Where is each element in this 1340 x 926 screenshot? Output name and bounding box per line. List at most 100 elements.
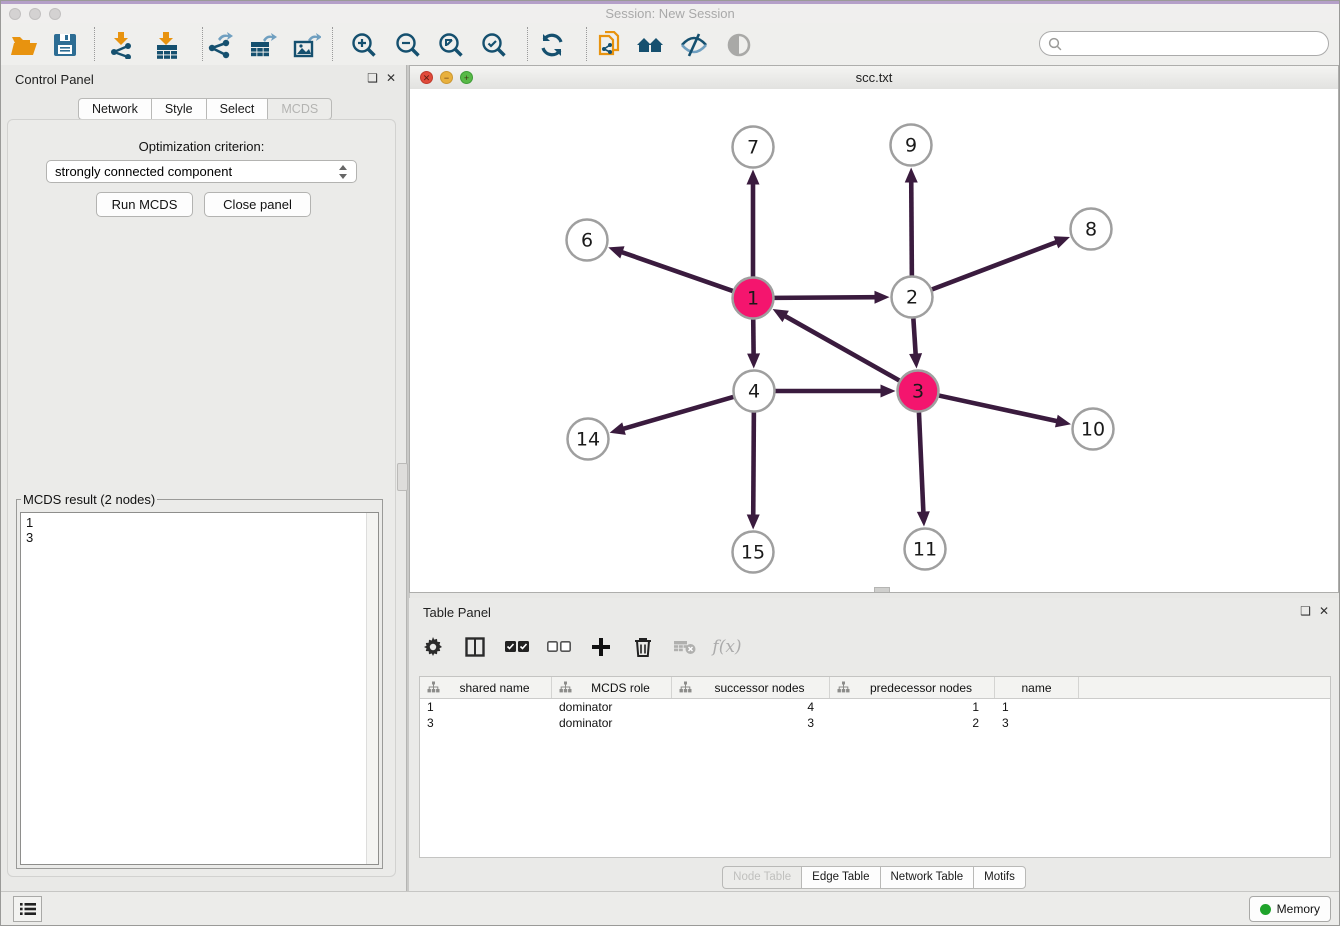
- graph-edge-arrow: [1054, 236, 1070, 248]
- column-header-shared-name[interactable]: shared name: [420, 677, 552, 698]
- graph-node-label: 11: [913, 539, 937, 561]
- toolbar-separator: [94, 27, 95, 61]
- zoom-in-icon[interactable]: [348, 29, 380, 61]
- export-image-icon[interactable]: [291, 29, 323, 61]
- toolbar-separator: [527, 27, 528, 61]
- table-tab-network-table[interactable]: Network Table: [880, 866, 974, 889]
- network-view-window: ✕ − + scc.txt 7968124314101511: [409, 65, 1339, 593]
- close-panel-icon[interactable]: ✕: [386, 72, 396, 85]
- table-cell[interactable]: 3: [420, 715, 552, 731]
- graph-edge-1-6[interactable]: [620, 251, 733, 291]
- float-panel-icon[interactable]: ❑: [367, 72, 378, 85]
- mcds-result-text[interactable]: 1 3: [20, 512, 379, 865]
- task-history-button[interactable]: [13, 896, 42, 922]
- zoom-selected-icon[interactable]: [478, 29, 510, 61]
- function-builder-icon: f(x): [713, 633, 741, 661]
- mcds-panel: Optimization criterion: strongly connect…: [7, 119, 396, 877]
- graph-edge-2-3[interactable]: [913, 318, 915, 356]
- optimization-criterion-label: Optimization criterion:: [8, 139, 395, 154]
- control-tab-mcds[interactable]: MCDS: [267, 98, 332, 120]
- graph-edge-arrow: [905, 167, 918, 182]
- table-row[interactable]: 1dominator411: [420, 699, 1330, 715]
- import-network-icon[interactable]: [106, 29, 138, 61]
- apply-layout-icon[interactable]: [536, 29, 568, 61]
- memory-button[interactable]: Memory: [1249, 896, 1331, 922]
- graph-edge-3-10[interactable]: [939, 396, 1059, 422]
- column-header-predecessor-nodes[interactable]: predecessor nodes: [830, 677, 995, 698]
- delete-column-icon[interactable]: [629, 633, 657, 661]
- panel-split-handle[interactable]: [397, 463, 408, 491]
- table-cell[interactable]: 1: [420, 699, 552, 715]
- graph-edge-2-8[interactable]: [932, 241, 1059, 289]
- result-scrollbar[interactable]: [366, 513, 378, 864]
- title-bar: Session: New Session: [1, 1, 1339, 24]
- graph-node-label: 3: [912, 381, 924, 403]
- table-tab-node-table[interactable]: Node Table: [722, 866, 801, 889]
- column-header-name[interactable]: name: [995, 677, 1079, 698]
- table-cell[interactable]: 3: [995, 715, 1079, 731]
- graph-edge-arrow: [917, 511, 930, 526]
- network-resize-grip[interactable]: [874, 587, 890, 592]
- control-tab-select[interactable]: Select: [206, 98, 268, 120]
- table-row[interactable]: 3dominator323: [420, 715, 1330, 731]
- table-cell[interactable]: 1: [830, 699, 995, 715]
- table-panel-header: Table Panel ❑ ✕: [409, 598, 1339, 626]
- table-panel: Table Panel ❑ ✕: [409, 598, 1339, 892]
- search-box[interactable]: [1039, 31, 1329, 56]
- network-canvas[interactable]: 7968124314101511: [410, 89, 1338, 592]
- open-file-icon[interactable]: [8, 29, 40, 61]
- toggle-graphics-details-icon[interactable]: [723, 29, 755, 61]
- export-table-icon[interactable]: [247, 29, 279, 61]
- graph-edge-2-9[interactable]: [911, 179, 912, 275]
- table-cell[interactable]: 1: [995, 699, 1079, 715]
- graph-edge-arrow: [874, 291, 889, 304]
- delete-table-icon[interactable]: [671, 633, 699, 661]
- table-tab-edge-table[interactable]: Edge Table: [801, 866, 879, 889]
- graph-edge-arrow: [909, 353, 922, 368]
- table-settings-gear-icon[interactable]: [419, 633, 447, 661]
- control-panel-tabs: NetworkStyleSelectMCDS: [78, 98, 332, 120]
- graph-edge-4-14[interactable]: [621, 397, 733, 429]
- float-table-panel-icon[interactable]: ❑: [1300, 605, 1311, 618]
- graph-edge-3-1[interactable]: [783, 315, 899, 381]
- hide-graphics-details-icon[interactable]: [678, 29, 710, 61]
- control-tab-network[interactable]: Network: [78, 98, 151, 120]
- clone-network-icon[interactable]: [593, 29, 625, 61]
- run-mcds-button[interactable]: Run MCDS: [96, 192, 193, 217]
- show-column-panel-icon[interactable]: [461, 633, 489, 661]
- graph-node-label: 4: [748, 381, 760, 403]
- optimization-criterion-select[interactable]: strongly connected component: [46, 160, 357, 183]
- import-table-icon[interactable]: [151, 29, 183, 61]
- search-input[interactable]: [1067, 36, 1328, 52]
- table-tab-motifs[interactable]: Motifs: [973, 866, 1026, 889]
- control-tab-style[interactable]: Style: [151, 98, 206, 120]
- table-cell[interactable]: 2: [830, 715, 995, 731]
- table-cell[interactable]: 4: [672, 699, 830, 715]
- graph-node-label: 9: [905, 135, 917, 157]
- zoom-out-icon[interactable]: [392, 29, 424, 61]
- column-header-MCDS-role[interactable]: MCDS role: [552, 677, 672, 698]
- network-window-titlebar[interactable]: ✕ − + scc.txt: [410, 66, 1338, 90]
- memory-button-label: Memory: [1277, 902, 1320, 916]
- save-session-icon[interactable]: [49, 29, 81, 61]
- select-all-columns-icon[interactable]: [503, 633, 531, 661]
- zoom-fit-icon[interactable]: [435, 29, 467, 61]
- show-all-networks-icon[interactable]: [634, 29, 666, 61]
- column-header-successor-nodes[interactable]: successor nodes: [672, 677, 830, 698]
- create-column-icon[interactable]: [587, 633, 615, 661]
- table-cell[interactable]: 3: [672, 715, 830, 731]
- graph-edge-3-11[interactable]: [919, 412, 924, 514]
- table-cell[interactable]: dominator: [552, 715, 672, 731]
- graph-edge-4-15[interactable]: [753, 412, 754, 517]
- table-header-row: shared nameMCDS rolesuccessor nodesprede…: [420, 677, 1330, 699]
- close-panel-button[interactable]: Close panel: [204, 192, 311, 217]
- export-network-icon[interactable]: [204, 29, 236, 61]
- graph-node-label: 14: [576, 429, 600, 451]
- application-window: Session: New Session: [0, 0, 1340, 926]
- close-table-panel-icon[interactable]: ✕: [1319, 605, 1329, 618]
- table-cell[interactable]: dominator: [552, 699, 672, 715]
- graph-edge-1-2[interactable]: [774, 297, 877, 298]
- graph-node-label: 10: [1081, 419, 1105, 441]
- node-table[interactable]: shared nameMCDS rolesuccessor nodesprede…: [419, 676, 1331, 858]
- unselect-all-columns-icon[interactable]: [545, 633, 573, 661]
